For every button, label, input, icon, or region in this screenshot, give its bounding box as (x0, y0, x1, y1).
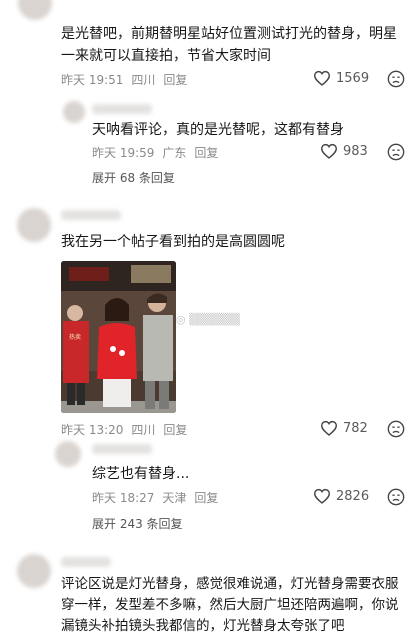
comment-meta: 昨天 19:51 四川 回复 (61, 71, 195, 88)
comment-location: 广东 (162, 146, 187, 160)
comment-text: 我在另一个帖子看到拍的是高圆圆呢 (61, 234, 285, 250)
comment-text: 综艺也有替身... (92, 466, 190, 482)
avatar[interactable] (63, 101, 85, 123)
avatar[interactable] (17, 208, 51, 242)
dislike-face-icon[interactable] (387, 143, 405, 161)
heart-outline-icon (320, 143, 338, 159)
like-button[interactable]: 983 (320, 143, 368, 159)
heart-outline-icon (313, 70, 331, 86)
comment-location: 四川 (131, 423, 156, 437)
watermark: ◎ ▒▒▒▒▒▒ (176, 313, 240, 326)
reply-button[interactable]: 回复 (163, 73, 187, 87)
heart-outline-icon (320, 420, 338, 436)
comment-location: 天津 (162, 491, 187, 505)
comment-text: 天呐看评论，真的是光替呢，这都有替身 (92, 122, 344, 138)
dislike-face-icon[interactable] (387, 420, 405, 438)
avatar[interactable] (55, 441, 81, 467)
comment-text: 评论区说是灯光替身，感觉很难说通，灯光替身需要衣服穿一样，发型差不多嘛，然后大厨… (61, 576, 399, 634)
like-button[interactable]: 782 (320, 420, 368, 436)
comment-time: 昨天 18:27 (92, 491, 155, 505)
dislike-face-icon[interactable] (387, 488, 405, 506)
comment-meta: 昨天 19:59 广东 回复 (92, 144, 226, 161)
dislike-face-icon[interactable] (387, 70, 405, 88)
like-count: 1569 (336, 70, 370, 86)
like-count: 2826 (336, 488, 370, 504)
username (92, 444, 152, 454)
comment-time: 昨天 19:59 (92, 146, 155, 160)
comment-text: 是光替吧，前期替明星站好位置测试打光的替身，明星一来就可以直接拍，节省大家时间 (61, 26, 397, 64)
like-button[interactable]: 1569 (313, 70, 369, 86)
username (92, 104, 152, 114)
comment-meta: 昨天 13:20 四川 回复 (61, 421, 195, 438)
comment-time: 昨天 19:51 (61, 73, 124, 87)
photo-scene: 热卖 (61, 261, 176, 413)
comment-photo[interactable]: 热卖 (61, 261, 176, 413)
reply-button[interactable]: 回复 (194, 146, 218, 160)
expand-replies-button[interactable]: 展开 68 条回复 (92, 169, 175, 186)
like-button[interactable]: 2826 (313, 488, 369, 504)
comment-location: 四川 (131, 73, 156, 87)
heart-outline-icon (313, 488, 331, 504)
reply-button[interactable]: 回复 (163, 423, 187, 437)
like-count: 983 (343, 143, 368, 159)
username (61, 557, 111, 567)
avatar[interactable] (18, 0, 52, 20)
username (61, 210, 121, 220)
expand-replies-button[interactable]: 展开 243 条回复 (92, 515, 183, 532)
reply-button[interactable]: 回复 (194, 491, 218, 505)
like-count: 782 (343, 420, 368, 436)
comment-time: 昨天 13:20 (61, 423, 124, 437)
avatar[interactable] (17, 554, 51, 588)
photo-sign-text: 热卖 (69, 333, 81, 341)
comment-meta: 昨天 18:27 天津 回复 (92, 489, 226, 506)
